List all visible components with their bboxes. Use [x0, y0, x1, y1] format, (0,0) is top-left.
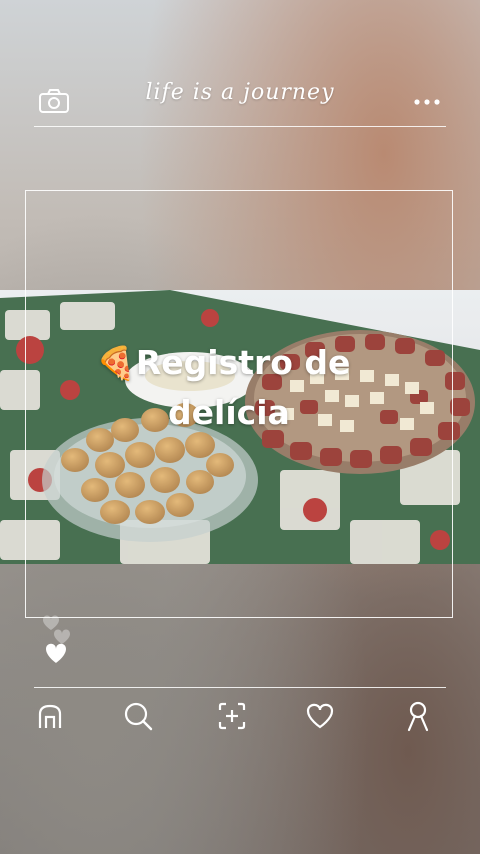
bottom-nav [0, 688, 480, 748]
search-icon [124, 702, 153, 731]
caption-line-1: Registro de [135, 343, 351, 382]
profile-icon [407, 701, 429, 732]
pizza-emoji: 🍕 [96, 344, 136, 382]
top-bar: life is a journey [0, 76, 480, 128]
hearts-icon[interactable] [38, 608, 82, 668]
nav-profile[interactable] [398, 696, 438, 736]
add-post-icon [218, 702, 246, 730]
post-caption: 🍕Registro de delícia [96, 338, 350, 438]
heart-icon [306, 703, 334, 729]
top-divider [34, 126, 446, 127]
home-icon [38, 704, 62, 728]
nav-add[interactable] [212, 696, 252, 736]
nav-home[interactable] [30, 696, 70, 736]
more-icon[interactable] [413, 98, 441, 106]
nav-likes[interactable] [300, 696, 340, 736]
caption-line-2: delícia [168, 393, 290, 432]
app-title: life is a journey [145, 80, 335, 105]
nav-search[interactable] [118, 696, 158, 736]
